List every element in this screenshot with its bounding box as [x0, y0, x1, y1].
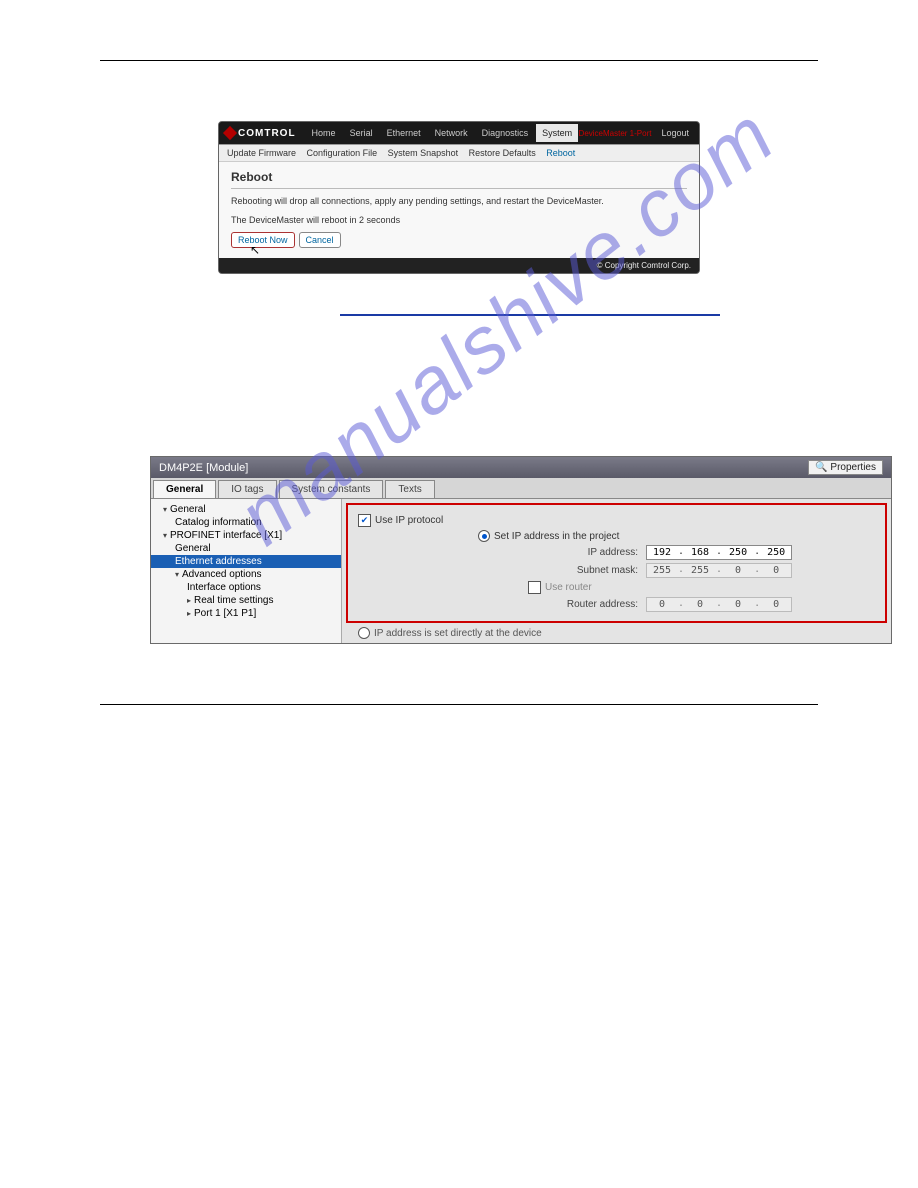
tia-window-title: DM4P2E [Module] [159, 462, 248, 474]
tree-advanced-options[interactable]: Advanced options [151, 568, 341, 581]
use-ip-protocol-checkbox[interactable]: ✔ [358, 514, 371, 527]
logo-icon [223, 126, 237, 140]
bottom-separator [100, 704, 818, 705]
reboot-content: Reboot Rebooting will drop all connectio… [219, 162, 699, 258]
search-icon: 🔍 [815, 462, 827, 473]
section-separator [340, 314, 720, 316]
properties-button[interactable]: 🔍 Properties [808, 460, 883, 475]
nav-serial[interactable]: Serial [344, 124, 379, 142]
subnet-mask-input: . . . [646, 563, 792, 578]
reboot-now-label: Reboot Now [238, 235, 288, 245]
use-router-label: Use router [545, 582, 592, 593]
nav-diagnostics[interactable]: Diagnostics [476, 124, 535, 142]
subnav-restore-defaults[interactable]: Restore Defaults [469, 148, 536, 158]
top-menu-bar: COMTROL Home Serial Ethernet Network Dia… [219, 122, 699, 144]
router-seg-1 [647, 598, 677, 611]
footer-copyright: © Copyright Comtrol Corp. [219, 258, 699, 273]
subnav-system-snapshot[interactable]: System Snapshot [388, 148, 459, 158]
cursor-icon: ↖ [250, 243, 260, 257]
subnet-seg-1 [647, 564, 677, 577]
subnet-seg-3 [723, 564, 753, 577]
navigation-tree: General Catalog information PROFINET int… [151, 499, 342, 643]
main-nav: Home Serial Ethernet Network Diagnostics… [306, 124, 579, 142]
nav-ethernet[interactable]: Ethernet [381, 124, 427, 142]
ip-address-label: IP address: [358, 547, 646, 558]
router-address-input: . . . [646, 597, 792, 612]
brand-logo: COMTROL [225, 128, 296, 139]
reboot-now-button[interactable]: Reboot Now ↖ [231, 232, 295, 248]
tia-tabs: General IO tags System constants Texts [151, 478, 891, 499]
nav-network[interactable]: Network [429, 124, 474, 142]
tia-properties-window: DM4P2E [Module] 🔍 Properties General IO … [150, 456, 892, 644]
router-seg-3 [723, 598, 753, 611]
use-router-checkbox[interactable]: ✔ [528, 581, 541, 594]
tab-general[interactable]: General [153, 480, 216, 498]
properties-label: Properties [830, 462, 876, 473]
tree-catalog-information[interactable]: Catalog information [151, 516, 341, 529]
router-seg-4 [761, 598, 791, 611]
tree-port1[interactable]: Port 1 [X1 P1] [151, 607, 341, 620]
tree-profinet-interface[interactable]: PROFINET interface [X1] [151, 529, 341, 542]
tab-texts[interactable]: Texts [385, 480, 434, 498]
ip-seg-3[interactable] [723, 546, 753, 559]
reboot-countdown-text: The DeviceMaster will reboot in 2 second… [231, 214, 687, 227]
ip-seg-2[interactable] [685, 546, 715, 559]
subnav-update-firmware[interactable]: Update Firmware [227, 148, 296, 158]
nav-home[interactable]: Home [306, 124, 342, 142]
logout-link[interactable]: Logout [657, 128, 693, 138]
tab-system-constants[interactable]: System constants [279, 480, 384, 498]
ip-seg-1[interactable] [647, 546, 677, 559]
ip-seg-4[interactable] [761, 546, 791, 559]
top-separator [100, 60, 818, 61]
subnet-mask-label: Subnet mask: [358, 565, 646, 576]
sub-nav: Update Firmware Configuration File Syste… [219, 144, 699, 162]
set-ip-in-project-label: Set IP address in the project [494, 531, 619, 542]
use-ip-protocol-label: Use IP protocol [375, 515, 443, 526]
reboot-web-ui: COMTROL Home Serial Ethernet Network Dia… [218, 121, 700, 274]
tree-real-time-settings[interactable]: Real time settings [151, 594, 341, 607]
nav-system[interactable]: System [536, 124, 578, 142]
tree-ethernet-addresses[interactable]: Ethernet addresses [151, 555, 341, 568]
tia-titlebar: DM4P2E [Module] 🔍 Properties [151, 457, 891, 478]
tree-interface-options[interactable]: Interface options [151, 581, 341, 594]
router-address-label: Router address: [358, 599, 646, 610]
ip-direct-at-device-label: IP address is set directly at the device [374, 628, 542, 639]
tree-general[interactable]: General [151, 503, 341, 516]
subnet-seg-2 [685, 564, 715, 577]
tree-general-sub[interactable]: General [151, 542, 341, 555]
subnet-seg-4 [761, 564, 791, 577]
cancel-button[interactable]: Cancel [299, 232, 341, 248]
tia-main-panel: ✔ Use IP protocol Set IP address in the … [342, 499, 891, 643]
reboot-heading: Reboot [231, 168, 687, 189]
ip-address-input[interactable]: . . . [646, 545, 792, 560]
ip-direct-at-device-radio[interactable] [358, 627, 370, 639]
device-status-text: DeviceMaster 1-Port [579, 129, 658, 138]
ip-settings-highlight-box: ✔ Use IP protocol Set IP address in the … [346, 503, 887, 623]
subnav-reboot[interactable]: Reboot [546, 148, 575, 158]
tab-io-tags[interactable]: IO tags [218, 480, 276, 498]
subnav-configuration-file[interactable]: Configuration File [307, 148, 378, 158]
reboot-description: Rebooting will drop all connections, app… [231, 195, 687, 208]
router-seg-2 [685, 598, 715, 611]
set-ip-in-project-radio[interactable] [478, 530, 490, 542]
brand-text: COMTROL [238, 128, 296, 139]
